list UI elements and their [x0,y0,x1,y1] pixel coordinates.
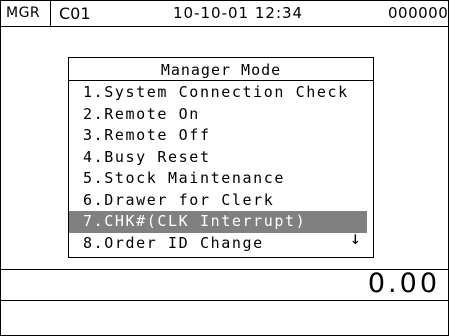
menu-title: Manager Mode [160,61,282,79]
pos-screen: MGR C01 10-10-01 12:34 000000 Manager Mo… [0,0,449,336]
scroll-down-arrow-icon[interactable]: ↓ [350,228,361,250]
menu-title-divider [69,80,373,81]
mode-indicator: MGR [6,5,41,21]
manager-mode-menu: Manager Mode 1.System Connection Check 2… [68,57,374,258]
menu-item-stock-maintenance[interactable]: 5.Stock Maintenance [69,168,373,190]
menu-item-system-connection-check[interactable]: 1.System Connection Check [69,82,373,104]
clerk-indicator: C01 [59,4,91,23]
consecutive-counter: 000000 [388,4,449,22]
status-bar: MGR C01 10-10-01 12:34 000000 [1,1,448,27]
amount-bottom-divider [1,300,448,301]
amount-display: 0.00 [367,268,440,299]
menu-list: 1.System Connection Check 2.Remote On 3.… [69,82,373,254]
datetime-display: 10-10-01 12:34 [173,4,304,22]
menu-item-drawer-for-clerk[interactable]: 6.Drawer for Clerk [69,190,373,212]
menu-item-order-id-change[interactable]: 8.Order ID Change [69,233,373,255]
status-divider [50,1,51,26]
menu-item-remote-off[interactable]: 3.Remote Off [69,125,373,147]
menu-item-busy-reset[interactable]: 4.Busy Reset [69,147,373,169]
menu-item-remote-on[interactable]: 2.Remote On [69,104,373,126]
menu-item-chk-clk-interrupt[interactable]: 7.CHK#(CLK Interrupt) [69,211,367,233]
